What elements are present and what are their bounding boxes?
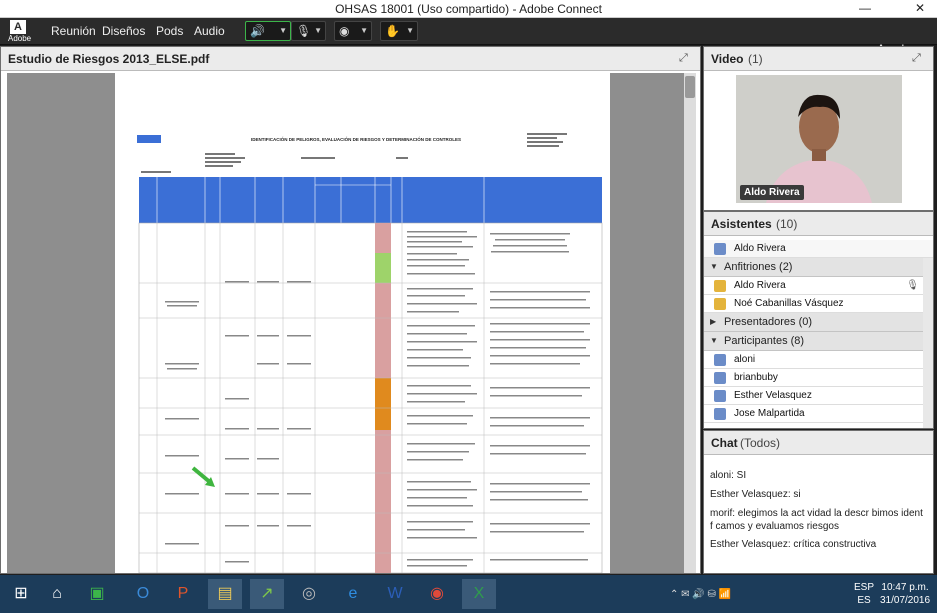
chevron-down-icon: ▼ xyxy=(279,26,287,35)
excel-icon[interactable]: X xyxy=(462,579,496,609)
user-icon xyxy=(714,408,726,420)
scrollbar-thumb[interactable] xyxy=(685,76,695,98)
collapse-arrow-icon: ▼ xyxy=(710,336,718,345)
attendees-pod-title: Asistentes xyxy=(711,217,772,231)
speaker-icon: 🔊 xyxy=(250,24,265,38)
video-count: (1) xyxy=(748,52,763,66)
group-participants[interactable]: ▼ Participantes (8) xyxy=(704,332,933,351)
window-title: OHSAS 18001 (Uso compartido) - Adobe Con… xyxy=(335,2,602,16)
chat-message: aloni: SI xyxy=(710,470,747,481)
doc-title: IDENTIFICACIÓN DE PELIGROS, EVALUACIÓN D… xyxy=(251,135,461,142)
word-icon[interactable]: W xyxy=(378,579,412,609)
user-icon xyxy=(714,390,726,402)
microphone-button[interactable]: 🎙 ▼ xyxy=(291,21,326,41)
attendees-pod: Asistentes (10) Aldo Rivera ▼ Anfitriones… xyxy=(703,211,934,429)
chevron-down-icon: ▼ xyxy=(406,26,414,35)
group-hosts[interactable]: ▼ Anfitriones (2) xyxy=(704,258,933,277)
minimize-button[interactable]: — xyxy=(851,0,879,18)
menu-pods[interactable]: Pods xyxy=(156,24,183,38)
webcam-icon: ◉ xyxy=(339,24,350,38)
attendee-row[interactable]: brianbuby xyxy=(704,369,933,387)
chat-pod-header: Chat (Todos) xyxy=(704,431,933,455)
menu-reunion[interactable]: Reunión xyxy=(51,24,96,38)
menu-disenos[interactable]: Diseños xyxy=(102,24,145,38)
presenter-image xyxy=(736,75,902,203)
document-viewer[interactable]: IDENTIFICACIÓN DE PELIGROS, EVALUACIÓN D… xyxy=(7,73,695,573)
microphone-icon: 🎙 xyxy=(296,24,312,38)
attendee-row[interactable]: Aldo Rivera 🎙 xyxy=(704,277,933,295)
fullscreen-icon[interactable]: ⤢ xyxy=(912,51,926,65)
chevron-down-icon: ▼ xyxy=(360,26,368,35)
attendees-scrollbar[interactable] xyxy=(923,258,933,428)
chat-pod-title: Chat xyxy=(711,436,738,450)
hand-icon: ✋ xyxy=(385,24,400,38)
app-icon[interactable]: ◎ xyxy=(292,579,326,609)
attendee-row[interactable]: Esther Velasquez xyxy=(704,387,933,405)
chevron-down-icon: ▼ xyxy=(314,26,322,35)
user-icon xyxy=(714,354,726,366)
close-button[interactable]: ✕ xyxy=(906,0,934,18)
window-titlebar: OHSAS 18001 (Uso compartido) - Adobe Con… xyxy=(0,0,937,18)
windows-taskbar: ⊞ ⌂ ▣ O P ▤ ↗ ◎ e W ◉ X ⌃ ✉ 🔊 ⛁ 📶 ESP ES … xyxy=(0,575,937,613)
raise-hand-button[interactable]: ✋ ▼ xyxy=(380,21,418,41)
clock[interactable]: 10:47 p.m. 31/07/2016 xyxy=(880,581,930,607)
document-pod: Estudio de Riesgos 2013_ELSE.pdf ⤢ IDENT… xyxy=(0,46,701,574)
pdf-page: IDENTIFICACIÓN DE PELIGROS, EVALUACIÓN D… xyxy=(115,73,610,573)
presenter-row[interactable]: Aldo Rivera xyxy=(704,240,933,258)
document-pod-header: Estudio de Riesgos 2013_ELSE.pdf ⤢ xyxy=(1,47,700,71)
video-pod-header: Video (1) ⤢ xyxy=(704,47,933,71)
adobe-logo: A Adobe xyxy=(8,20,32,43)
chat-message: Esther Velasquez: crítica constructiva xyxy=(710,539,877,550)
powerpoint-icon[interactable]: P xyxy=(166,579,200,609)
chat-pod: Chat (Todos) aloni: SI Esther Velasquez:… xyxy=(703,430,934,574)
system-tray[interactable]: ⌃ ✉ 🔊 ⛁ 📶 xyxy=(670,589,731,600)
fullscreen-icon[interactable]: ⤢ xyxy=(679,51,693,65)
host-icon xyxy=(714,280,726,292)
internet-explorer-icon[interactable]: e xyxy=(336,579,370,609)
expand-arrow-icon: ▶ xyxy=(710,317,717,326)
video-pod-title: Video xyxy=(711,52,744,66)
app-icon[interactable]: ↗ xyxy=(250,579,284,609)
speaker-button[interactable]: 🔊 ▼ xyxy=(245,21,291,41)
chat-message: morif: elegimos la act vidad la descr bi… xyxy=(710,508,923,532)
language-indicator[interactable]: ESP ES xyxy=(854,581,874,607)
menu-audio[interactable]: Audio xyxy=(194,24,225,38)
document-pod-title: Estudio de Riesgos 2013_ELSE.pdf xyxy=(8,52,210,66)
attendee-row[interactable]: aloni xyxy=(704,351,933,369)
attendee-row[interactable]: Jose Malpartida xyxy=(704,405,933,423)
document-scrollbar[interactable] xyxy=(684,73,696,573)
menubar: A Adobe Reunión Diseños Pods Audio 🔊 ▼ 🎙 ▼ … xyxy=(0,18,937,56)
webcam-video[interactable]: Aldo Rivera xyxy=(736,75,902,203)
video-name-tag: Aldo Rivera xyxy=(740,185,804,200)
user-icon xyxy=(714,243,726,255)
chrome-icon[interactable]: ◉ xyxy=(420,579,454,609)
outlook-icon[interactable]: O xyxy=(126,579,160,609)
file-explorer-icon[interactable]: ▤ xyxy=(208,579,242,609)
host-icon xyxy=(714,298,726,310)
camera-button[interactable]: ◉ ▼ xyxy=(334,21,372,41)
attendees-pod-header: Asistentes (10) xyxy=(704,212,933,236)
user-icon xyxy=(714,372,726,384)
chat-message: Esther Velasquez: si xyxy=(710,489,801,500)
video-pod: Video (1) ⤢ Aldo Rivera xyxy=(703,46,934,211)
attendees-count: (10) xyxy=(776,217,798,231)
microphone-icon: 🎙 xyxy=(906,280,919,291)
store-icon[interactable]: ▣ xyxy=(80,579,114,609)
chat-scope[interactable]: (Todos) xyxy=(740,436,780,450)
collapse-arrow-icon: ▼ xyxy=(710,262,718,271)
attendee-row[interactable]: Noé Cabanillas Vásquez xyxy=(704,295,933,313)
start-button[interactable]: ⊞ xyxy=(4,579,38,609)
home-icon[interactable]: ⌂ xyxy=(40,579,74,609)
risk-matrix-table: IDENTIFICACIÓN DE PELIGROS, EVALUACIÓN D… xyxy=(137,133,603,573)
group-presenters[interactable]: ▶ Presentadores (0) xyxy=(704,313,933,332)
